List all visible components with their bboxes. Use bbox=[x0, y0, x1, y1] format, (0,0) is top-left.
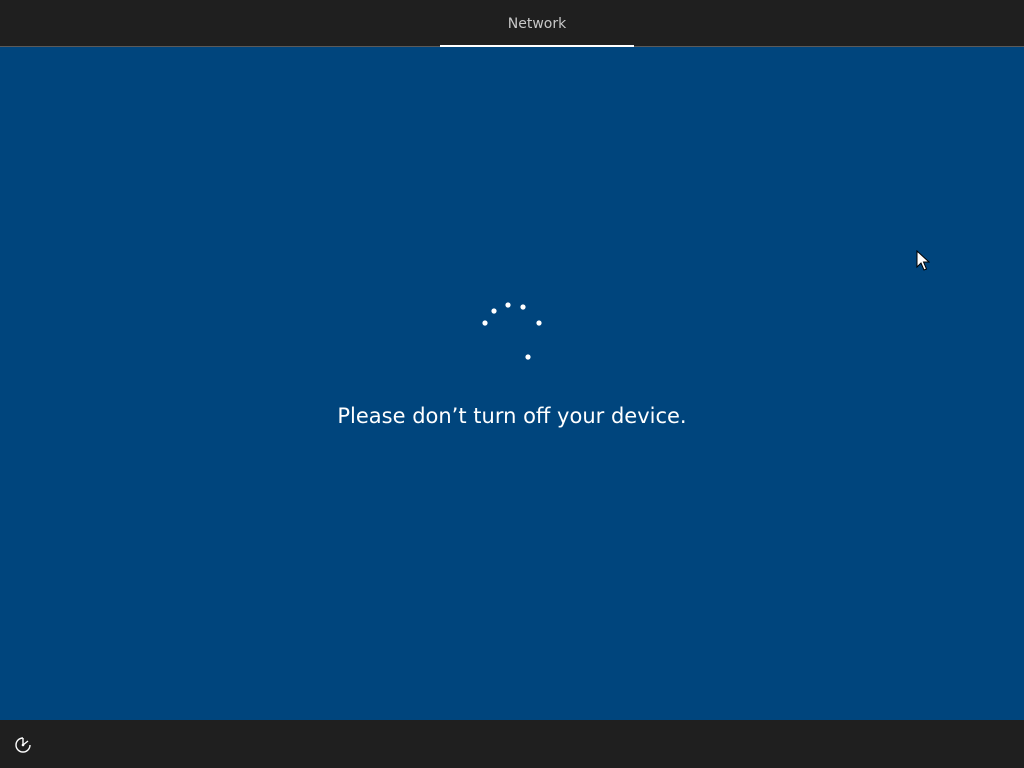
spinner-dot bbox=[482, 320, 488, 326]
spinner-dot bbox=[505, 302, 511, 308]
spinner-dot bbox=[525, 354, 531, 360]
ease-of-access-button[interactable] bbox=[10, 732, 36, 758]
oobe-screen: Network Please don’t turn off your devic… bbox=[0, 0, 1024, 768]
mouse-pointer-icon bbox=[916, 250, 930, 271]
spinner-dot bbox=[491, 308, 497, 314]
step-tab-network: Network bbox=[440, 0, 634, 47]
main-area: Please don’t turn off your device. bbox=[0, 47, 1024, 720]
step-label: Network bbox=[507, 16, 567, 32]
spinner-dot bbox=[520, 304, 526, 310]
top-bar: Network bbox=[0, 0, 1024, 47]
bottom-bar bbox=[0, 720, 1024, 768]
status-message: Please don’t turn off your device. bbox=[337, 404, 687, 428]
loading-spinner-icon bbox=[482, 302, 542, 360]
spinner-dot bbox=[536, 320, 542, 326]
ease-of-access-icon bbox=[15, 737, 31, 753]
